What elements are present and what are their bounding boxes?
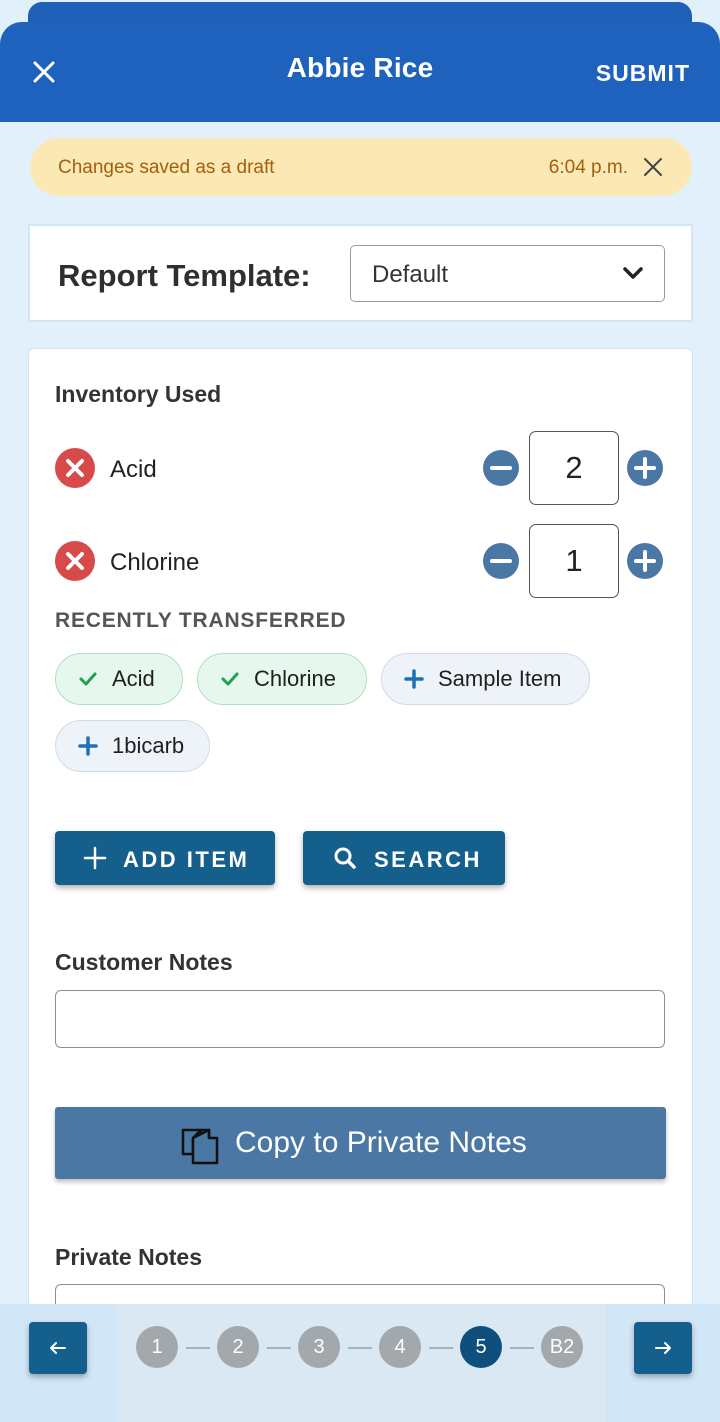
plus-icon [78, 736, 98, 756]
step-connector [348, 1347, 372, 1349]
decrement-icon[interactable] [483, 450, 519, 486]
copy-to-private-notes-button[interactable]: Copy to Private Notes [55, 1107, 666, 1179]
chip-label: Chlorine [254, 666, 336, 691]
chip-chlorine[interactable]: Chlorine [197, 653, 367, 705]
step-connector [267, 1347, 291, 1349]
inventory-card: Inventory Used Acid 2 Chlorine 1 RECENTL… [28, 348, 693, 1348]
report-template-label: Report Template: [58, 258, 311, 293]
remove-icon[interactable] [55, 448, 95, 488]
step-b2[interactable]: B2 [541, 1326, 583, 1368]
copy-button-label: Copy to Private Notes [235, 1126, 527, 1159]
chip-label: Acid [112, 666, 155, 691]
remove-icon[interactable] [55, 541, 95, 581]
quantity-field[interactable]: 1 [529, 524, 619, 598]
decrement-icon[interactable] [483, 543, 519, 579]
chevron-down-icon [623, 267, 643, 279]
add-item-button[interactable]: ADD ITEM [55, 831, 275, 885]
app-header: Abbie Rice SUBMIT [0, 22, 720, 122]
step-3[interactable]: 3 [298, 1326, 340, 1368]
next-step-button[interactable] [634, 1322, 692, 1374]
chip-label: Sample Item [438, 666, 562, 691]
report-template-card: Report Template: Default [28, 224, 693, 322]
previous-step-button[interactable] [29, 1322, 87, 1374]
arrow-right-icon [655, 1342, 671, 1354]
plus-icon [83, 846, 107, 870]
search-icon [334, 847, 356, 869]
submit-button[interactable]: SUBMIT [596, 60, 690, 87]
inventory-row: Chlorine 1 [55, 524, 667, 598]
draft-saved-banner: Changes saved as a draft 6:04 p.m. [30, 138, 692, 196]
banner-time: 6:04 p.m. [548, 157, 628, 178]
search-button[interactable]: SEARCH [303, 831, 505, 885]
report-template-value: Default [372, 261, 449, 288]
customer-notes-field[interactable] [55, 990, 665, 1048]
chip-1bicarb[interactable]: 1bicarb [55, 720, 210, 772]
chip-label: 1bicarb [112, 733, 185, 758]
inventory-item-name: Acid [110, 456, 157, 483]
check-icon [79, 672, 97, 686]
private-notes-label: Private Notes [55, 1244, 203, 1270]
customer-notes-label: Customer Notes [55, 949, 233, 975]
step-1[interactable]: 1 [136, 1326, 178, 1368]
dismiss-banner-icon[interactable] [642, 156, 664, 178]
recently-transferred-title: RECENTLY TRANSFERRED [55, 609, 347, 632]
increment-icon[interactable] [627, 450, 663, 486]
copy-icon [181, 1128, 219, 1165]
report-template-select[interactable]: Default [350, 245, 665, 302]
arrow-left-icon [50, 1342, 66, 1354]
search-label: SEARCH [374, 847, 482, 872]
step-connector [510, 1347, 534, 1349]
stepper-track [116, 1304, 606, 1422]
banner-message: Changes saved as a draft [58, 157, 275, 178]
step-2[interactable]: 2 [217, 1326, 259, 1368]
chip-sample-item[interactable]: Sample Item [381, 653, 590, 705]
quantity-field[interactable]: 2 [529, 431, 619, 505]
step-4[interactable]: 4 [379, 1326, 421, 1368]
plus-icon [404, 669, 424, 689]
inventory-row: Acid 2 [55, 431, 667, 505]
step-5[interactable]: 5 [460, 1326, 502, 1368]
inventory-item-name: Chlorine [110, 549, 200, 576]
chip-acid[interactable]: Acid [55, 653, 183, 705]
step-connector [429, 1347, 453, 1349]
step-connector [186, 1347, 210, 1349]
check-icon [221, 672, 239, 686]
add-item-label: ADD ITEM [123, 847, 250, 872]
inventory-used-title: Inventory Used [55, 381, 222, 407]
step-navigation-bar: 1 2 3 4 5 B2 [0, 1304, 720, 1422]
increment-icon[interactable] [627, 543, 663, 579]
